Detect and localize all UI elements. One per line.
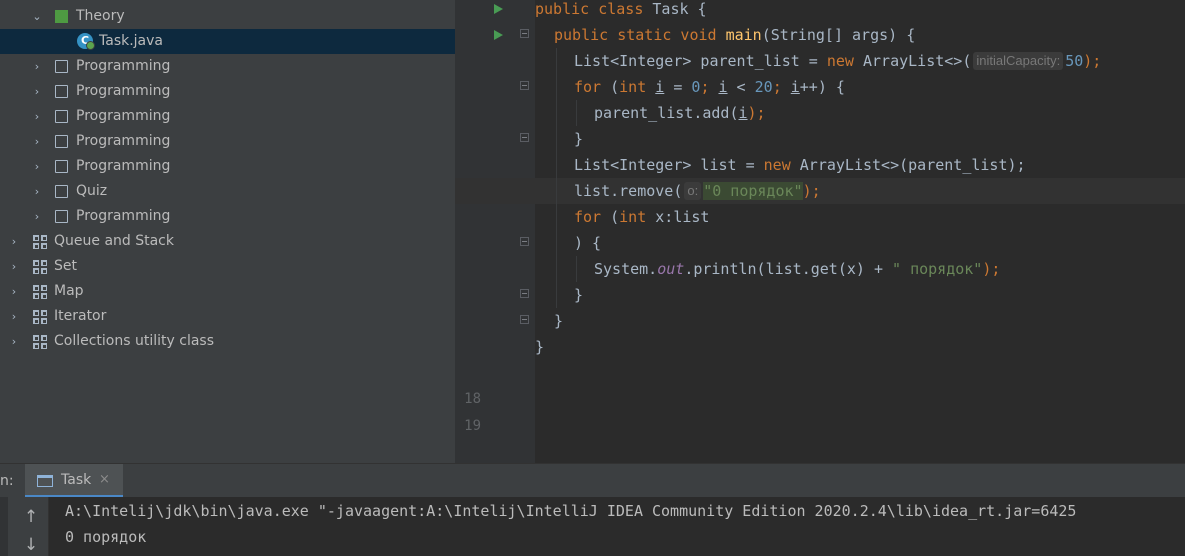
grid-icon bbox=[33, 335, 47, 349]
chevron-right-icon[interactable]: › bbox=[8, 304, 20, 329]
task-box-icon bbox=[55, 135, 68, 148]
grid-icon bbox=[33, 235, 47, 249]
lesson-icon bbox=[55, 10, 68, 23]
chevron-down-icon[interactable]: ⌄ bbox=[31, 4, 43, 29]
task-box-icon bbox=[55, 110, 68, 123]
task-box-icon bbox=[55, 85, 68, 98]
tree-item-programming[interactable]: › Programming bbox=[0, 104, 455, 129]
chevron-right-icon[interactable]: › bbox=[31, 104, 43, 129]
tree-item-collections-utility-class[interactable]: › Collections utility class bbox=[0, 329, 455, 354]
tree-item-programming[interactable]: › Programming bbox=[0, 129, 455, 154]
fold-icon[interactable] bbox=[520, 81, 529, 90]
tree-item-programming[interactable]: › Programming bbox=[0, 79, 455, 104]
code-line[interactable]: 14 ) { bbox=[455, 230, 1185, 303]
run-tab-task[interactable]: Task × bbox=[25, 464, 123, 498]
tree-item-programming[interactable]: › Programming bbox=[0, 154, 455, 179]
tree-item-queue-and-stack[interactable]: › Queue and Stack bbox=[0, 229, 455, 254]
run-main-icon[interactable] bbox=[494, 30, 503, 40]
chevron-right-icon[interactable]: › bbox=[8, 254, 20, 279]
project-tree: ⌄ Theory C Task.java › Programming › Pro… bbox=[0, 0, 455, 463]
fold-icon[interactable] bbox=[520, 133, 529, 142]
arrow-up-icon[interactable]: ↑ bbox=[20, 507, 42, 527]
tree-item-quiz[interactable]: › Quiz bbox=[0, 179, 455, 204]
chevron-right-icon[interactable]: › bbox=[31, 154, 43, 179]
run-toolbar: ↑ ↓ bbox=[0, 497, 49, 556]
run-tab-label: Task bbox=[61, 472, 92, 488]
fold-icon[interactable] bbox=[520, 315, 529, 324]
tree-item-programming[interactable]: › Programming bbox=[0, 204, 455, 229]
code-line[interactable]: 11 List<Integer> list = new ArrayList<>(… bbox=[455, 152, 1185, 225]
code-line[interactable]: 6 public static void main(String[] args)… bbox=[455, 22, 1185, 95]
code-line[interactable]: 18 } bbox=[455, 334, 1185, 407]
console-output-line: 0 порядок bbox=[65, 528, 147, 546]
tree-item-programming[interactable]: › Programming bbox=[0, 54, 455, 79]
arrow-down-icon[interactable]: ↓ bbox=[20, 535, 42, 555]
chevron-right-icon[interactable]: › bbox=[8, 279, 20, 304]
task-box-icon bbox=[55, 160, 68, 173]
code-editor[interactable]: 5 public class Task { 6 public static vo… bbox=[455, 0, 1185, 463]
code-line[interactable]: 9 parent_list.add(i); bbox=[455, 100, 1185, 173]
grid-icon bbox=[33, 310, 47, 324]
parameter-hint: initialCapacity: bbox=[973, 52, 1064, 70]
parameter-hint: o: bbox=[684, 182, 702, 200]
chevron-right-icon[interactable]: › bbox=[31, 79, 43, 104]
run-panel-title: n: bbox=[0, 473, 14, 489]
fold-icon[interactable] bbox=[520, 289, 529, 298]
fold-icon[interactable] bbox=[520, 237, 529, 246]
run-console[interactable]: ↑ ↓ A:\Intelij\jdk\bin\java.exe "-javaag… bbox=[0, 497, 1185, 556]
tree-item-iterator[interactable]: › Iterator bbox=[0, 304, 455, 329]
chevron-right-icon[interactable]: › bbox=[8, 329, 20, 354]
code-line[interactable]: 13 for (int x:list bbox=[455, 204, 1185, 277]
chevron-right-icon[interactable]: › bbox=[31, 54, 43, 79]
task-box-icon bbox=[55, 185, 68, 198]
code-line-current[interactable]: 12 list.remove(o:"0 порядок"); bbox=[455, 178, 1185, 251]
console-icon bbox=[37, 475, 53, 487]
fold-icon[interactable] bbox=[520, 29, 529, 38]
close-icon[interactable]: × bbox=[99, 464, 110, 496]
run-class-icon[interactable] bbox=[494, 4, 503, 14]
code-line[interactable]: 8 for (int i = 0; i < 20; i++) { bbox=[455, 74, 1185, 147]
console-output-line: A:\Intelij\jdk\bin\java.exe "-javaagent:… bbox=[65, 502, 1077, 520]
tree-item-theory[interactable]: ⌄ Theory bbox=[0, 4, 455, 29]
tree-item-task-java[interactable]: C Task.java bbox=[0, 29, 455, 54]
line-number: 19 bbox=[464, 418, 481, 434]
chevron-right-icon[interactable]: › bbox=[31, 204, 43, 229]
code-line[interactable]: 5 public class Task { bbox=[455, 0, 1185, 69]
tree-item-map[interactable]: › Map bbox=[0, 279, 455, 304]
run-panel-header: n: Task × bbox=[0, 463, 1185, 498]
tree-item-set[interactable]: › Set bbox=[0, 254, 455, 279]
task-box-icon bbox=[55, 60, 68, 73]
code-line[interactable]: 15 System.out.println(list.get(x) + " по… bbox=[455, 256, 1185, 329]
code-line[interactable]: 19 bbox=[455, 361, 1185, 434]
grid-icon bbox=[33, 260, 47, 274]
chevron-right-icon[interactable]: › bbox=[8, 229, 20, 254]
task-box-icon bbox=[55, 210, 68, 223]
code-line[interactable]: 16 } bbox=[455, 282, 1185, 355]
java-class-icon: C bbox=[77, 33, 95, 50]
code-line[interactable]: 7 List<Integer> parent_list = new ArrayL… bbox=[455, 48, 1185, 121]
code-line[interactable]: 17 } bbox=[455, 308, 1185, 381]
chevron-right-icon[interactable]: › bbox=[31, 129, 43, 154]
grid-icon bbox=[33, 285, 47, 299]
chevron-right-icon[interactable]: › bbox=[31, 179, 43, 204]
code-line[interactable]: 10 } bbox=[455, 126, 1185, 199]
